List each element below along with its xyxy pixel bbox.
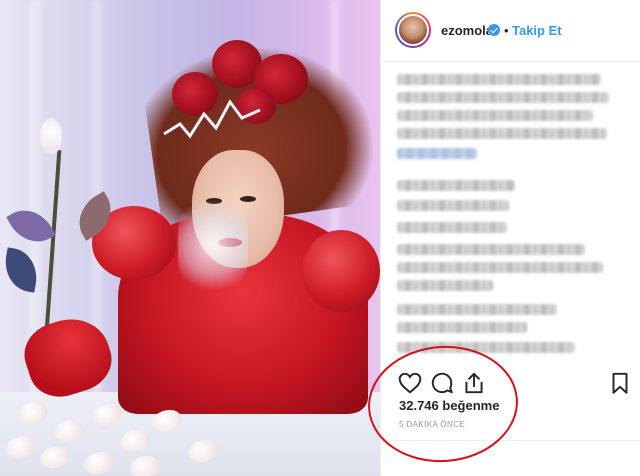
blurred-text-line bbox=[397, 322, 527, 333]
verified-badge-icon bbox=[488, 24, 500, 36]
tiara bbox=[163, 99, 261, 139]
blurred-text-line bbox=[397, 92, 609, 103]
post-photo[interactable] bbox=[0, 0, 380, 476]
follow-button[interactable]: Takip Et bbox=[512, 23, 562, 38]
blurred-link-line bbox=[397, 148, 477, 159]
caption-blurred bbox=[381, 62, 640, 360]
likes-count[interactable]: 32.746 beğenme bbox=[399, 398, 499, 413]
petal bbox=[130, 456, 160, 476]
blurred-text-line bbox=[397, 304, 557, 315]
blurred-text-line bbox=[397, 74, 601, 85]
right-shoulder-plate bbox=[302, 230, 380, 312]
divider bbox=[381, 440, 640, 441]
blurred-text-line bbox=[397, 342, 575, 353]
frost-effect bbox=[178, 190, 248, 300]
avatar[interactable] bbox=[397, 14, 429, 46]
share-icon[interactable] bbox=[461, 370, 487, 396]
heart-icon[interactable] bbox=[397, 370, 423, 396]
separator-dot: • bbox=[504, 23, 509, 38]
blurred-text-line bbox=[397, 110, 593, 121]
bookmark-icon[interactable] bbox=[607, 370, 633, 396]
post-header: ezomola • Takip Et bbox=[381, 0, 640, 62]
blurred-text-line bbox=[397, 262, 603, 273]
action-bar bbox=[381, 366, 640, 400]
blurred-text-line bbox=[397, 280, 493, 291]
eye bbox=[240, 196, 256, 202]
post-timestamp[interactable]: 5 DAKİKA ÖNCE bbox=[399, 420, 465, 429]
username-link[interactable]: ezomola bbox=[441, 23, 493, 38]
blurred-text-line bbox=[397, 244, 585, 255]
blurred-text-line bbox=[397, 128, 607, 139]
blurred-text-line bbox=[397, 222, 507, 233]
comment-icon[interactable] bbox=[429, 370, 455, 396]
blurred-text-line bbox=[397, 200, 509, 211]
blurred-text-line bbox=[397, 180, 515, 191]
post-sidebar: ezomola • Takip Et 32.746 beğenme 5 DAKİ… bbox=[380, 0, 640, 476]
avatar-story-ring[interactable] bbox=[395, 12, 431, 48]
white-rose-bud bbox=[40, 118, 62, 154]
